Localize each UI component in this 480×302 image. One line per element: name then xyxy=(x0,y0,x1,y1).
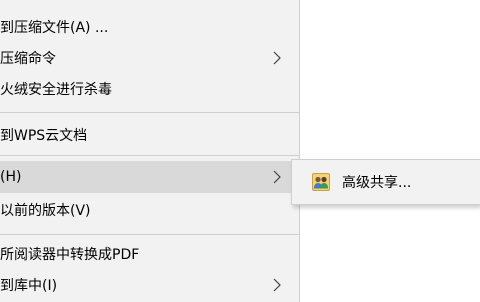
chevron-right-icon xyxy=(273,170,281,184)
submenu-item-label: 高级共享... xyxy=(342,175,412,191)
context-menu: 到压缩文件(A) ... 压缩命令 火绒安全进行杀毒 到WPS云文档 (H) 以… xyxy=(0,0,300,302)
menu-item-label: 压缩命令 xyxy=(0,51,56,67)
share-submenu: 高级共享... xyxy=(291,159,480,205)
menu-item-convert-to-pdf[interactable]: 所阅读器中转换成PDF xyxy=(0,238,299,270)
menu-separator xyxy=(0,234,299,235)
chevron-right-icon xyxy=(273,51,281,65)
menu-item-label: 所阅读器中转换成PDF xyxy=(0,247,140,263)
submenu-item-advanced-sharing[interactable]: 高级共享... xyxy=(292,166,480,198)
menu-item-include-in-library[interactable]: 到库中(I) xyxy=(0,269,299,301)
menu-item-huorong-scan[interactable]: 火绒安全进行杀毒 xyxy=(0,73,299,105)
menu-item-label: 火绒安全进行杀毒 xyxy=(0,82,112,98)
menu-item-label: (H) xyxy=(0,169,22,185)
menu-item-add-to-archive[interactable]: 到压缩文件(A) ... xyxy=(0,11,299,43)
menu-separator xyxy=(0,112,299,113)
menu-item-label: 到WPS云文档 xyxy=(0,128,88,144)
menu-item-label: 到压缩文件(A) ... xyxy=(0,20,109,36)
users-share-icon xyxy=(312,173,330,191)
menu-item-wps-cloud[interactable]: 到WPS云文档 xyxy=(0,119,299,151)
chevron-right-icon xyxy=(273,278,281,292)
menu-item-share-with[interactable]: (H) xyxy=(0,161,299,193)
menu-item-previous-versions[interactable]: 以前的版本(V) xyxy=(0,194,299,226)
menu-separator xyxy=(0,155,299,156)
menu-item-compress-commands[interactable]: 压缩命令 xyxy=(0,42,299,74)
menu-item-label: 以前的版本(V) xyxy=(0,203,91,219)
menu-item-label: 到库中(I) xyxy=(0,278,58,294)
